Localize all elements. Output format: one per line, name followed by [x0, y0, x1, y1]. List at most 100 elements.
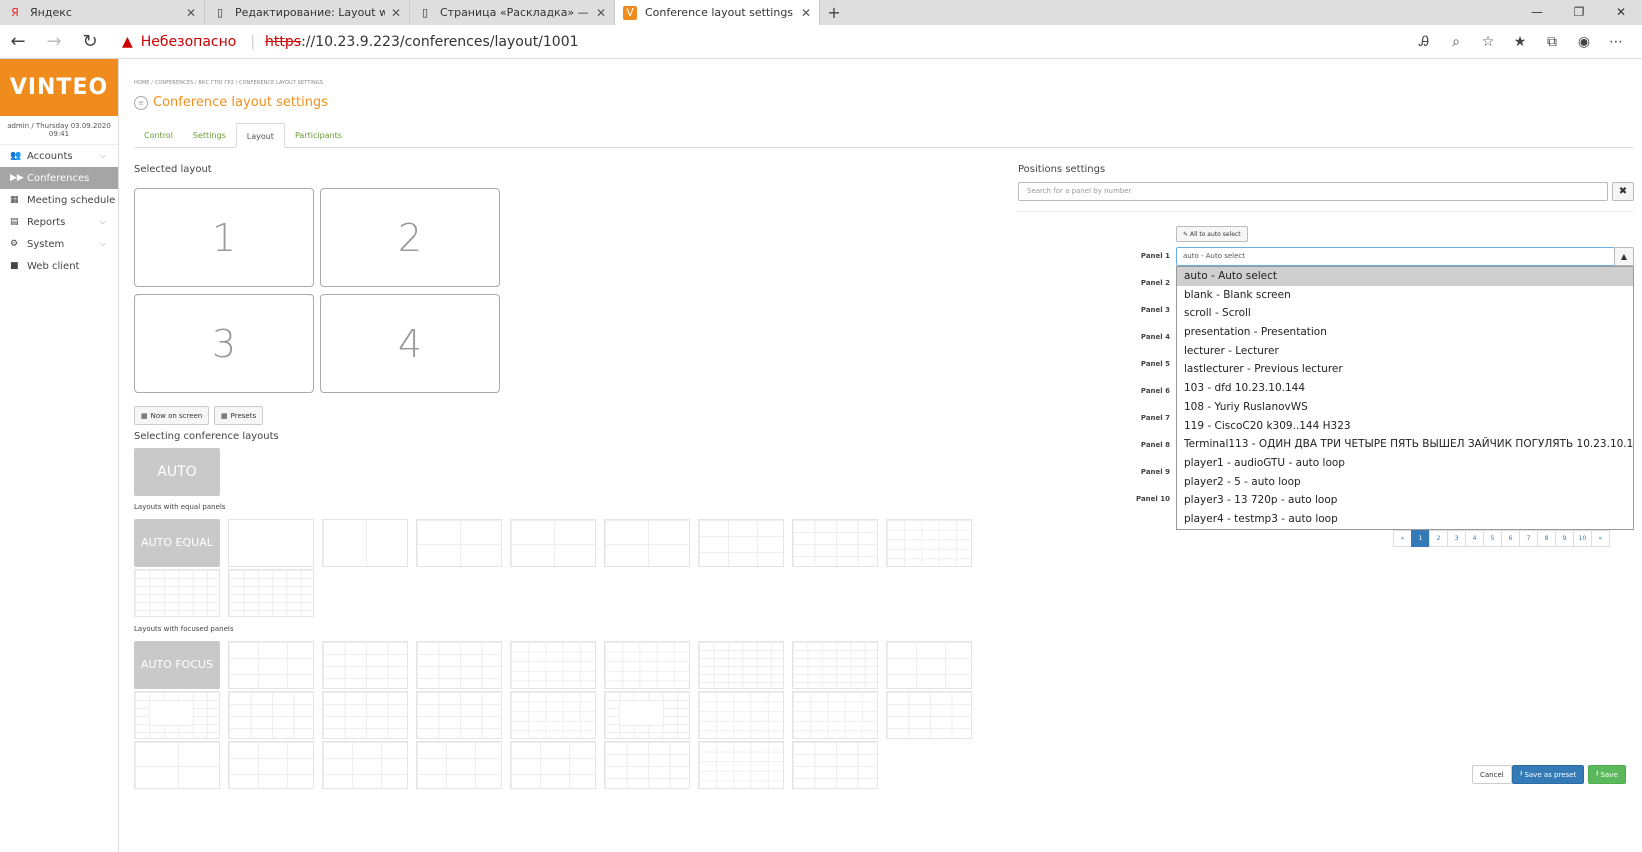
sidebar-item-system[interactable]: ⚙ System ⌵	[0, 233, 118, 255]
forward-icon[interactable]: →	[36, 31, 72, 52]
new-tab-icon[interactable]: +	[820, 0, 848, 25]
layout-thumb-focus[interactable]	[792, 641, 878, 689]
layout-thumb-focus[interactable]	[510, 641, 596, 689]
layout-thumb-focus[interactable]	[134, 691, 220, 739]
layout-thumb-focus[interactable]	[228, 691, 314, 739]
dropdown-option[interactable]: 119 - CiscoC20 k309..144 H323	[1177, 417, 1633, 436]
auto-equal-layout-button[interactable]: AUTO EQUAL	[134, 519, 220, 567]
layout-thumb-equal-3b[interactable]	[510, 519, 596, 567]
dropdown-option[interactable]: 108 - Yuriy RuslanovWS	[1177, 398, 1633, 417]
layout-thumb-equal-2[interactable]	[322, 519, 408, 567]
favorite-star-icon[interactable]: ☆	[1472, 34, 1504, 50]
pager-page[interactable]: 5	[1483, 530, 1502, 547]
layout-thumb-focus[interactable]	[322, 641, 408, 689]
tab-settings[interactable]: Settings	[183, 123, 236, 148]
url-field[interactable]: ▲ Небезопасно | https ://10.23.9.223/con…	[122, 34, 579, 50]
auto-layout-button[interactable]: AUTO	[134, 448, 220, 496]
layout-thumb-equal-25[interactable]	[886, 519, 972, 567]
close-icon[interactable]: ✕	[801, 6, 811, 20]
pager-next[interactable]: »	[1591, 530, 1610, 547]
close-icon[interactable]: ✕	[186, 6, 196, 20]
layout-thumb-focus[interactable]	[792, 741, 878, 789]
layout-cell[interactable]: 3	[134, 294, 314, 393]
now-on-screen-button[interactable]: ▦ Now on screen	[134, 406, 210, 425]
dropdown-option[interactable]: player1 - audioGTU - auto loop	[1177, 454, 1633, 473]
layout-thumb-focus[interactable]	[510, 691, 596, 739]
layout-thumb-focus[interactable]	[604, 691, 690, 739]
layout-cell[interactable]: 1	[134, 188, 314, 287]
layout-thumb-focus[interactable]	[698, 641, 784, 689]
cancel-button[interactable]: Cancel	[1472, 765, 1512, 784]
layout-thumb-focus[interactable]	[322, 691, 408, 739]
dropdown-option[interactable]: Terminal113 - ОДИН ДВА ТРИ ЧЕТЫРЕ ПЯТЬ В…	[1177, 435, 1633, 454]
layout-cell[interactable]: 4	[320, 294, 500, 393]
save-button[interactable]: ⭳ Save	[1588, 765, 1626, 784]
layout-thumb-equal-16[interactable]	[792, 519, 878, 567]
layout-thumb-focus[interactable]	[792, 691, 878, 739]
layout-thumb-focus[interactable]	[698, 691, 784, 739]
favorites-icon[interactable]: ★	[1504, 34, 1536, 50]
pager-page[interactable]: 1	[1411, 530, 1430, 547]
browser-tab-yandex[interactable]: Я Яндекс ✕	[0, 0, 205, 25]
browser-tab-conference[interactable]: V Conference layout settings - Vint ✕	[615, 0, 820, 25]
layout-thumb-focus[interactable]	[604, 641, 690, 689]
layout-thumb-focus[interactable]	[416, 691, 502, 739]
chevron-up-icon[interactable]: ▲	[1614, 247, 1634, 266]
back-icon[interactable]: ←	[0, 31, 36, 52]
dropdown-option[interactable]: player2 - 5 - auto loop	[1177, 473, 1633, 492]
layout-thumb-equal-1[interactable]	[228, 519, 314, 567]
layout-thumb-focus[interactable]	[886, 691, 972, 739]
layout-cell[interactable]: 2	[320, 188, 500, 287]
panel-search-input[interactable]: Search for a panel by number	[1018, 182, 1608, 201]
sidebar-item-meeting-schedule[interactable]: ▦ Meeting schedule	[0, 189, 118, 211]
layout-thumb-equal-9[interactable]	[698, 519, 784, 567]
pager-prev[interactable]: «	[1393, 530, 1412, 547]
sidebar-item-reports[interactable]: ▤ Reports ⌵	[0, 211, 118, 233]
dropdown-option[interactable]: 103 - dfd 10.23.10.144	[1177, 379, 1633, 398]
layout-thumb-equal-36[interactable]	[134, 569, 220, 617]
dropdown-option[interactable]: lecturer - Lecturer	[1177, 342, 1633, 361]
close-window-icon[interactable]: ✕	[1600, 0, 1642, 25]
layout-thumb-equal-36b[interactable]	[228, 569, 314, 617]
layout-thumb-focus[interactable]	[698, 741, 784, 789]
close-icon[interactable]: ✕	[596, 6, 606, 20]
pager-page[interactable]: 10	[1573, 530, 1592, 547]
clear-search-button[interactable]: ✖	[1612, 182, 1634, 201]
dropdown-option[interactable]: presentation - Presentation	[1177, 323, 1633, 342]
profile-avatar-icon[interactable]: ◉	[1568, 34, 1600, 50]
browser-tab-edit[interactable]: ▯ Редактирование: Layout web pa ✕	[205, 0, 410, 25]
pager-page[interactable]: 9	[1555, 530, 1574, 547]
sidebar-item-accounts[interactable]: 👥 Accounts ⌵	[0, 145, 118, 167]
save-as-preset-button[interactable]: ⭳ Save as preset	[1512, 765, 1585, 784]
minimize-icon[interactable]: —	[1516, 0, 1558, 25]
dropdown-option[interactable]: blank - Blank screen	[1177, 286, 1633, 305]
layout-thumb-focus[interactable]	[322, 741, 408, 789]
pager-page[interactable]: 7	[1519, 530, 1538, 547]
pager-page[interactable]: 8	[1537, 530, 1556, 547]
sidebar-item-conferences[interactable]: ▶▶ Conferences	[0, 167, 118, 189]
translate-icon[interactable]: Ꭿ	[1408, 34, 1440, 50]
restore-icon[interactable]: ❐	[1558, 0, 1600, 25]
tab-control[interactable]: Control	[134, 123, 183, 148]
collections-icon[interactable]: ⧉	[1536, 34, 1568, 50]
pager-page[interactable]: 4	[1465, 530, 1484, 547]
browser-tab-page[interactable]: ▯ Страница «Раскладка» — База ✕	[410, 0, 615, 25]
layout-thumb-equal-4[interactable]	[604, 519, 690, 567]
layout-thumb-focus[interactable]	[134, 741, 220, 789]
layout-thumb-equal-3[interactable]	[416, 519, 502, 567]
close-icon[interactable]: ✕	[391, 6, 401, 20]
pager-page[interactable]: 6	[1501, 530, 1520, 547]
refresh-icon[interactable]: ↻	[72, 31, 108, 52]
dropdown-option[interactable]: player3 - 13 720p - auto loop	[1177, 491, 1633, 510]
presets-button[interactable]: ▦ Presets	[214, 406, 264, 425]
panel-1-select[interactable]: auto - Auto select	[1176, 247, 1615, 266]
dropdown-option[interactable]: player4 - testmp3 - auto loop	[1177, 510, 1633, 529]
layout-thumb-focus[interactable]	[886, 641, 972, 689]
pager-page[interactable]: 3	[1447, 530, 1466, 547]
tab-layout[interactable]: Layout	[235, 123, 285, 148]
layout-thumb-focus[interactable]	[510, 741, 596, 789]
layout-thumb-focus[interactable]	[416, 741, 502, 789]
dropdown-option[interactable]: scroll - Scroll	[1177, 304, 1633, 323]
auto-focus-layout-button[interactable]: AUTO FOCUS	[134, 641, 220, 689]
zoom-icon[interactable]: ⌕	[1440, 34, 1472, 50]
